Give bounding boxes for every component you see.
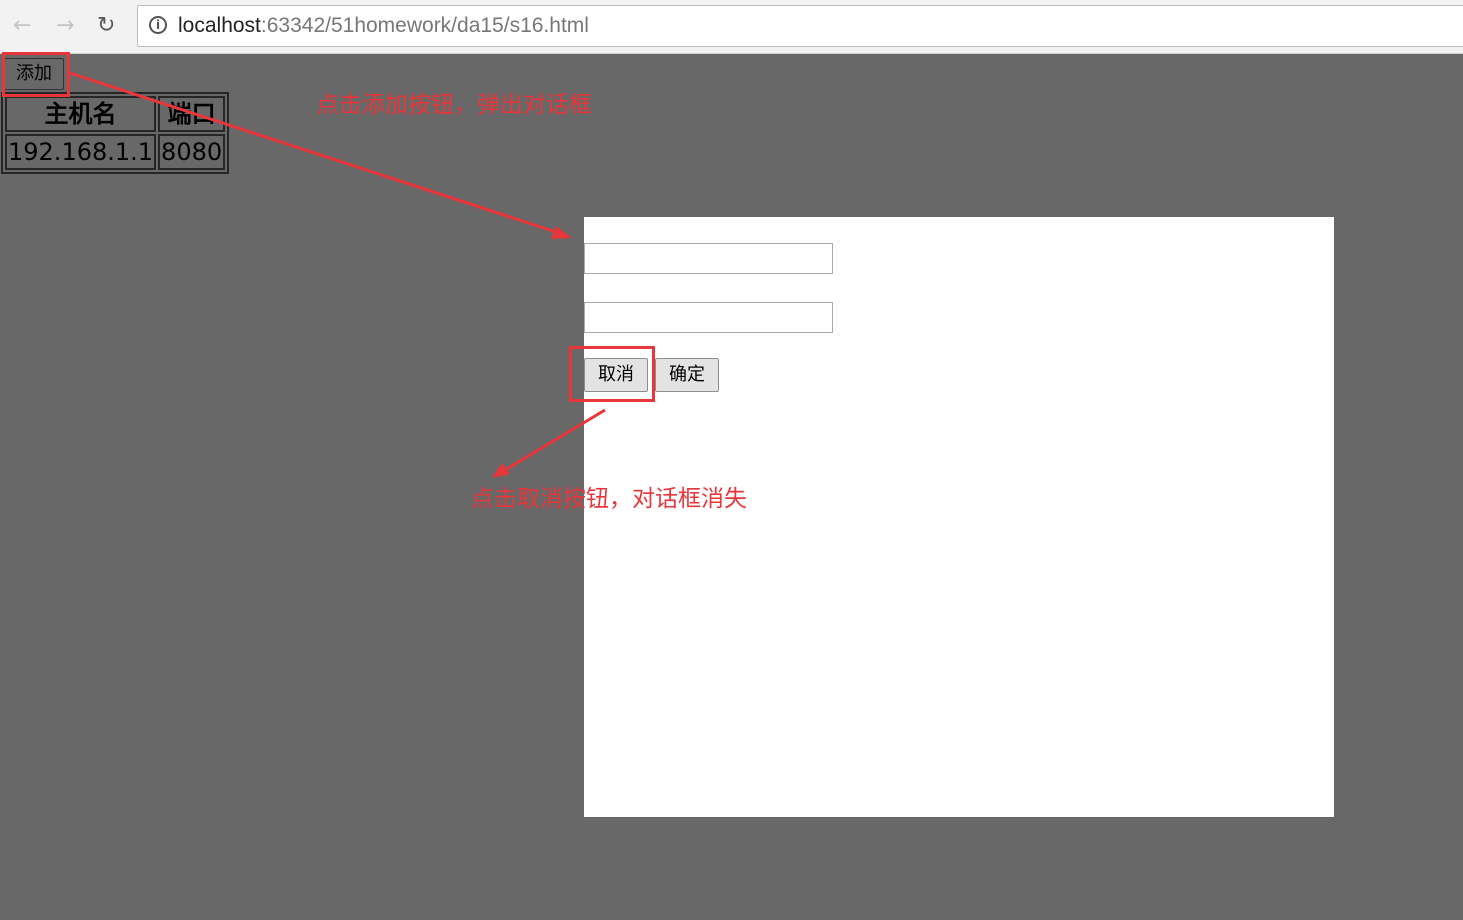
back-icon[interactable]: ←	[13, 12, 31, 40]
browser-toolbar: ← → ↻ i localhost:63342/51homework/da15/…	[0, 0, 1463, 54]
url-host: localhost	[178, 14, 261, 37]
table-header-row: 主机名 端口	[5, 96, 226, 132]
forward-icon[interactable]: →	[56, 12, 74, 40]
confirm-button[interactable]: 确定	[655, 358, 719, 392]
column-header-hostname: 主机名	[5, 96, 157, 132]
cancel-annotation-text: 点击取消按钮，对话框消失	[471, 486, 747, 512]
hostname-input[interactable]	[584, 243, 833, 274]
add-button-highlight	[2, 52, 70, 97]
cancel-button-highlight	[569, 346, 655, 402]
port-input[interactable]	[584, 302, 833, 333]
host-table: 主机名 端口 192.168.1.1 8080	[1, 92, 230, 174]
add-arrow-head	[551, 226, 572, 239]
add-annotation-text: 点击添加按钮，弹出对话框	[316, 92, 592, 118]
address-bar[interactable]: i localhost:63342/51homework/da15/s16.ht…	[137, 5, 1463, 47]
table-row: 192.168.1.1 8080	[5, 134, 226, 170]
cell-hostname: 192.168.1.1	[5, 134, 157, 170]
add-dialog: 取消 确定	[584, 217, 1334, 817]
cell-port: 8080	[158, 134, 226, 170]
info-icon[interactable]: i	[149, 16, 167, 34]
cancel-arrow-head	[492, 463, 510, 478]
column-header-port: 端口	[158, 96, 226, 132]
url-path: :63342/51homework/da15/s16.html	[260, 14, 589, 37]
reload-icon[interactable]: ↻	[97, 12, 115, 40]
url-text[interactable]: localhost:63342/51homework/da15/s16.html	[178, 13, 589, 39]
